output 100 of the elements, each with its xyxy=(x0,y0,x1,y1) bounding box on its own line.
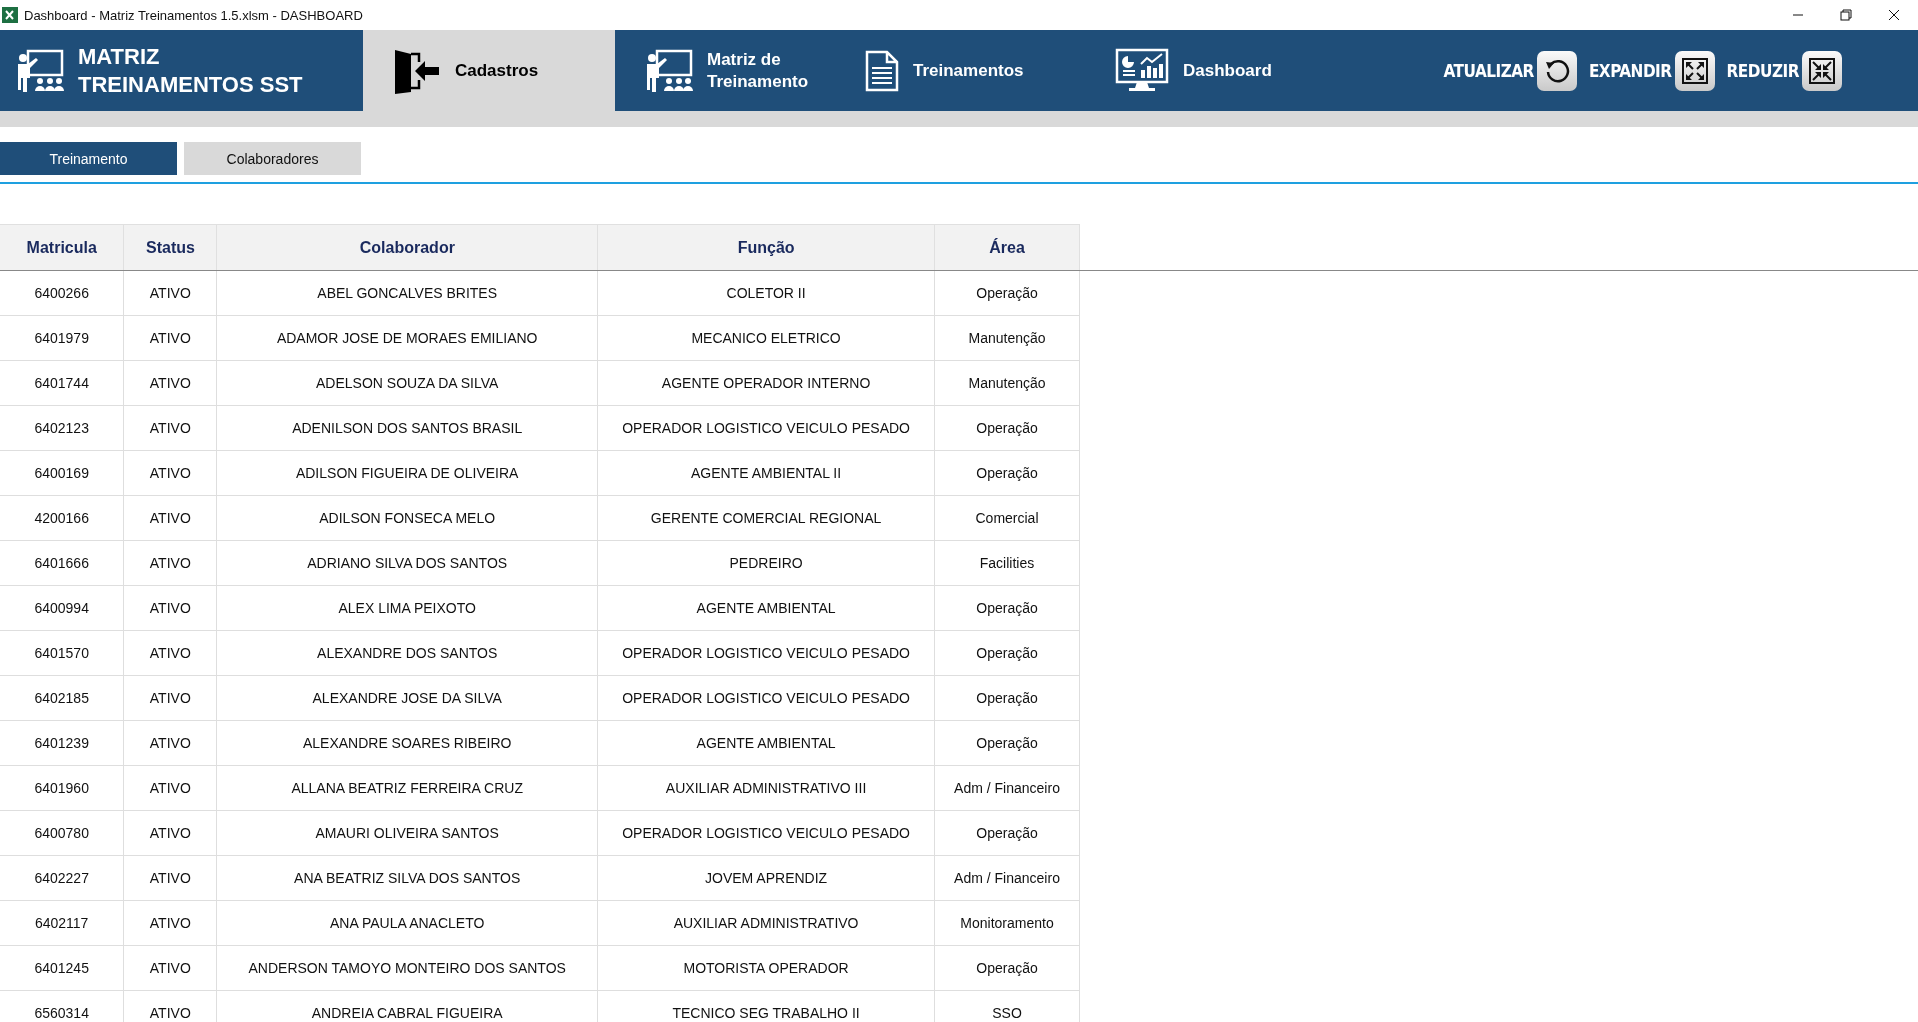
table-cell: OPERADOR LOGISTICO VEICULO PESADO xyxy=(597,810,935,856)
table-cell: Operação xyxy=(934,720,1080,766)
table-cell: ATIVO xyxy=(123,315,217,361)
table-cell: OPERADOR LOGISTICO VEICULO PESADO xyxy=(597,675,935,721)
table-cell: Operação xyxy=(934,450,1080,496)
table-cell: ANA PAULA ANACLETO xyxy=(216,900,598,946)
table-cell: Manutenção xyxy=(934,315,1080,361)
table-cell: ATIVO xyxy=(123,630,217,676)
table-cell: ATIVO xyxy=(123,495,217,541)
monitor-chart-icon xyxy=(1115,47,1169,94)
sub-tab[interactable]: Colaboradores xyxy=(184,142,361,175)
table-cell: OPERADOR LOGISTICO VEICULO PESADO xyxy=(597,405,935,451)
table-cell: ANDERSON TAMOYO MONTEIRO DOS SANTOS xyxy=(216,945,598,991)
column-header: Função xyxy=(597,224,935,270)
table-cell: 6401239 xyxy=(0,720,124,766)
refresh-icon xyxy=(1543,57,1570,84)
table-cell: 6400266 xyxy=(0,271,124,316)
table-cell: ATIVO xyxy=(123,720,217,766)
table-cell: ATIVO xyxy=(123,900,217,946)
table-cell: Operação xyxy=(934,945,1080,991)
table-cell: GERENTE COMERCIAL REGIONAL xyxy=(597,495,935,541)
table-cell: ALEXANDRE JOSE DA SILVA xyxy=(216,675,598,721)
table-cell: 6402185 xyxy=(0,675,124,721)
column-header: Área xyxy=(934,224,1080,270)
table-cell: Monitoramento xyxy=(934,900,1080,946)
table-cell: ATIVO xyxy=(123,585,217,631)
expand-button[interactable]: EXPANDIR xyxy=(1588,50,1715,91)
table-cell: Operação xyxy=(934,271,1080,316)
table-cell: ATIVO xyxy=(123,855,217,901)
table-cell: 6400780 xyxy=(0,810,124,856)
table-cell: Operação xyxy=(934,405,1080,451)
table-cell: AMAURI OLIVEIRA SANTOS xyxy=(216,810,598,856)
table-cell: Facilities xyxy=(934,540,1080,586)
table-cell: COLETOR II xyxy=(597,271,935,316)
table-cell: ABEL GONCALVES BRITES xyxy=(216,271,598,316)
table-cell: Manutenção xyxy=(934,360,1080,406)
table-cell: ATIVO xyxy=(123,540,217,586)
table-cell: Comercial xyxy=(934,495,1080,541)
table-cell: 4200166 xyxy=(0,495,124,541)
window-title: Dashboard - Matriz Treinamentos 1.5.xlsm - DASHBOARD xyxy=(24,7,364,23)
column-header: Status xyxy=(123,224,217,270)
reduce-icon xyxy=(1809,57,1835,84)
table-cell: 6401570 xyxy=(0,630,124,676)
table-cell: ALEXANDRE DOS SANTOS xyxy=(216,630,598,676)
table-cell: AGENTE OPERADOR INTERNO xyxy=(597,360,935,406)
table-cell: ATIVO xyxy=(123,405,217,451)
nav-tab[interactable]: Cadastros xyxy=(363,30,615,111)
table-cell: ADENILSON DOS SANTOS BRASIL xyxy=(216,405,598,451)
app-logo-title: MATRIZ TREINAMENTOS SST xyxy=(78,42,303,99)
table-cell: ADAMOR JOSE DE MORAES EMILIANO xyxy=(216,315,598,361)
table-cell: 6401960 xyxy=(0,765,124,811)
table-cell: AGENTE AMBIENTAL II xyxy=(597,450,935,496)
table-cell: 6400994 xyxy=(0,585,124,631)
table-cell: AUXILIAR ADMINISTRATIVO III xyxy=(597,765,935,811)
table-cell: ADRIANO SILVA DOS SANTOS xyxy=(216,540,598,586)
table-cell: ALEXANDRE SOARES RIBEIRO xyxy=(216,720,598,766)
table-cell: AGENTE AMBIENTAL xyxy=(597,720,935,766)
table-cell: 6400169 xyxy=(0,450,124,496)
table-cell: ATIVO xyxy=(123,675,217,721)
table-cell: ATIVO xyxy=(123,945,217,991)
table-cell: 6402123 xyxy=(0,405,124,451)
table-cell: ATIVO xyxy=(123,271,217,316)
table-cell: 6402117 xyxy=(0,900,124,946)
table-cell: Operação xyxy=(934,585,1080,631)
table-cell: JOVEM APRENDIZ xyxy=(597,855,935,901)
table-cell: 6401666 xyxy=(0,540,124,586)
expand-icon xyxy=(1681,57,1708,84)
table-cell: PEDREIRO xyxy=(597,540,935,586)
table-cell: ATIVO xyxy=(123,765,217,811)
table-cell: ANA BEATRIZ SILVA DOS SANTOS xyxy=(216,855,598,901)
table-cell: 6401245 xyxy=(0,945,124,991)
table-cell: 6560314 xyxy=(0,990,124,1022)
table-cell: Operação xyxy=(934,630,1080,676)
table-cell: Operação xyxy=(934,675,1080,721)
column-header: Colaborador xyxy=(216,224,598,270)
table-cell: OPERADOR LOGISTICO VEICULO PESADO xyxy=(597,630,935,676)
table-cell: 6401979 xyxy=(0,315,124,361)
table-cell: 6401744 xyxy=(0,360,124,406)
reduce-button[interactable]: REDUZIR xyxy=(1726,50,1842,91)
teacher-icon xyxy=(16,48,64,93)
restore-icon xyxy=(1840,9,1852,21)
close-icon xyxy=(1888,9,1900,21)
table-cell: ATIVO xyxy=(123,450,217,496)
table-cell: ADILSON FIGUEIRA DE OLIVEIRA xyxy=(216,450,598,496)
table-cell: ATIVO xyxy=(123,810,217,856)
table-cell: 6402227 xyxy=(0,855,124,901)
table-cell: Operação xyxy=(934,810,1080,856)
table-cell: AUXILIAR ADMINISTRATIVO xyxy=(597,900,935,946)
table-cell: ADILSON FONSECA MELO xyxy=(216,495,598,541)
table-cell: MECANICO ELETRICO xyxy=(597,315,935,361)
table-cell: ATIVO xyxy=(123,360,217,406)
sub-tab[interactable]: Treinamento xyxy=(0,142,177,175)
table-cell: ALLANA BEATRIZ FERREIRA CRUZ xyxy=(216,765,598,811)
table-cell: Adm / Financeiro xyxy=(934,765,1080,811)
table-cell: ADELSON SOUZA DA SILVA xyxy=(216,360,598,406)
table-cell: MOTORISTA OPERADOR xyxy=(597,945,935,991)
document-icon xyxy=(865,49,899,92)
refresh-button[interactable]: ATUALIZAR xyxy=(1443,50,1577,91)
column-header: Matricula xyxy=(0,224,124,270)
table-cell: Adm / Financeiro xyxy=(934,855,1080,901)
